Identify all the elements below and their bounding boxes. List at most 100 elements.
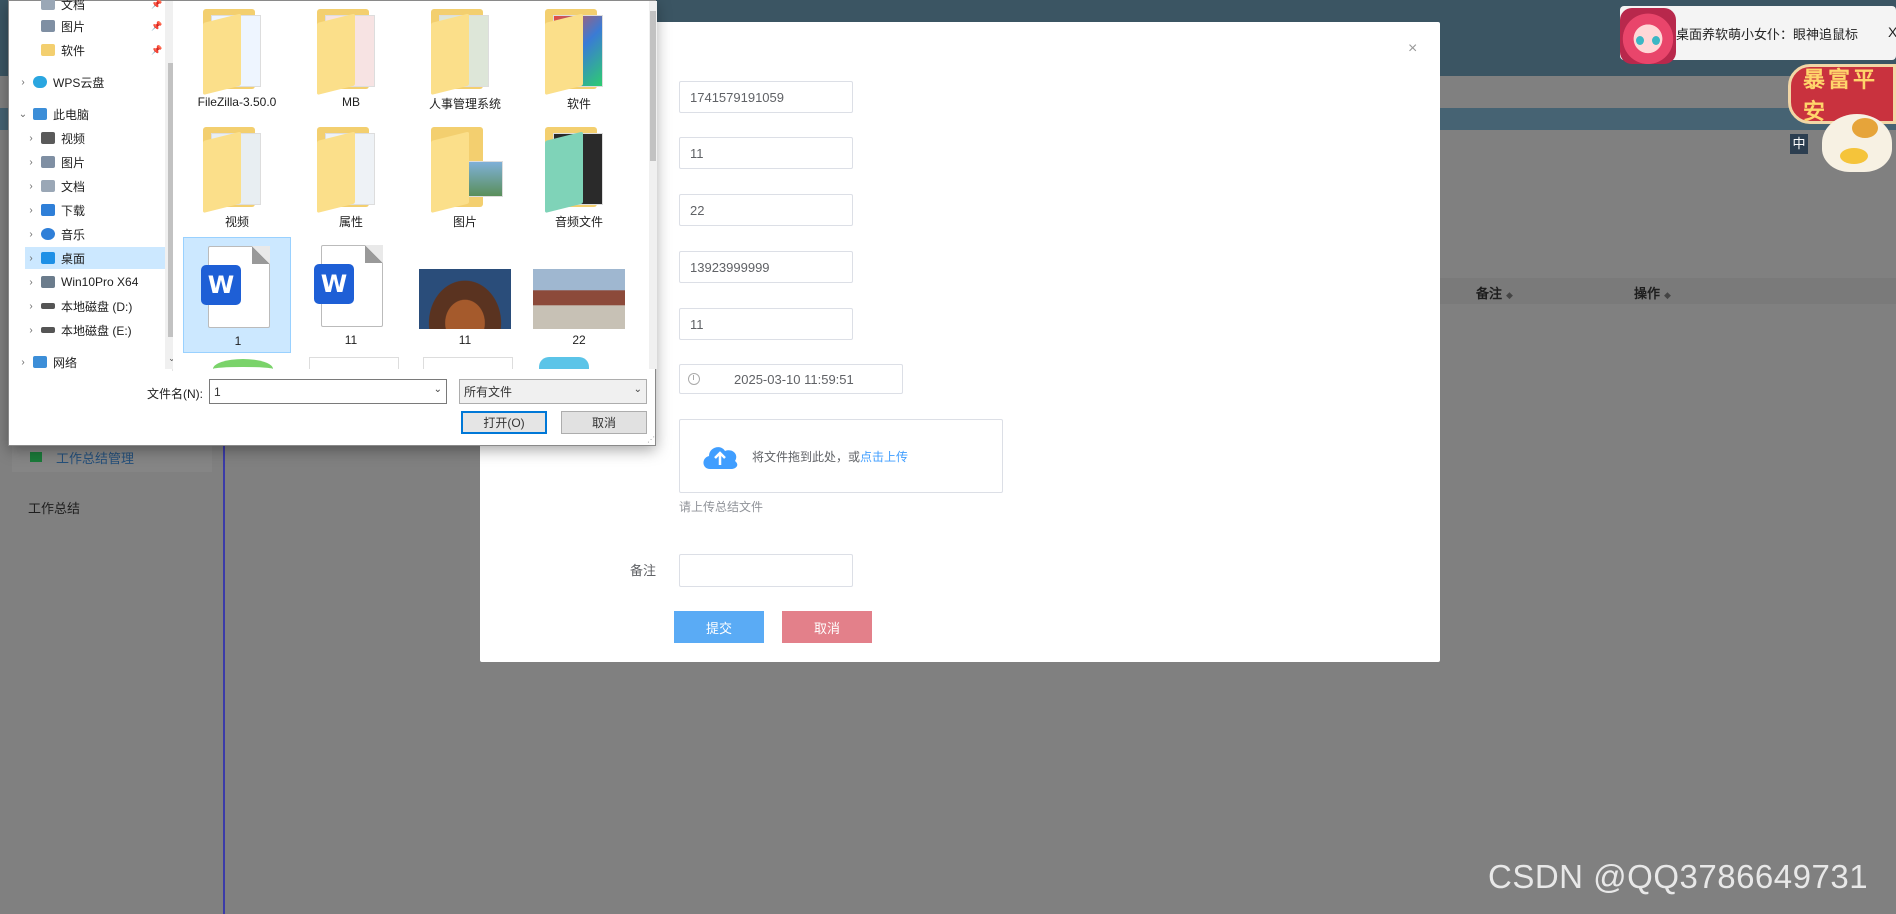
file-item-partial[interactable] — [411, 355, 519, 369]
file-item-folder[interactable]: 图片 — [411, 119, 519, 235]
nav-item-drive-e[interactable]: › 本地磁盘 (E:) — [25, 319, 165, 341]
document-icon — [41, 0, 55, 10]
sidebar-section-title: 工作总结 — [28, 501, 81, 516]
chevron-right-icon[interactable]: › — [25, 277, 37, 288]
nav-item-pictures[interactable]: › 图片 — [25, 151, 165, 173]
chevron-right-icon[interactable]: › — [25, 325, 37, 336]
remark-field[interactable] — [679, 554, 853, 587]
folder-icon — [545, 127, 615, 213]
folder-icon — [317, 9, 387, 95]
file-item-word[interactable]: W 1 — [183, 237, 291, 353]
nav-item-pictures[interactable]: 图片 📌 — [25, 15, 165, 37]
mascot-cat[interactable] — [1822, 114, 1892, 172]
file-item-image[interactable]: 11 — [411, 237, 519, 353]
ime-indicator[interactable]: 中 — [1790, 134, 1808, 154]
navigation-pane[interactable]: 文档 📌 图片 📌 软件 📌 › WPS云盘 ⌄ 此电脑 › 视频 › 图片 › 文档 › 下载 … — [17, 0, 179, 373]
id-field[interactable]: 1741579191059 — [679, 81, 853, 113]
mascot-banner[interactable]: 桌面养软萌小女仆：眼神追鼠标 X — [1620, 6, 1896, 64]
folder-icon — [317, 127, 387, 213]
chevron-right-icon[interactable]: › — [25, 205, 37, 216]
nav-item-videos[interactable]: › 视频 — [25, 127, 165, 149]
sort-icon[interactable]: ◆ — [1664, 290, 1671, 300]
nav-item-desktop[interactable]: › 桌面 — [25, 247, 165, 269]
mascot-avatar[interactable] — [1620, 8, 1676, 64]
file-item-image[interactable]: 22 — [525, 237, 633, 353]
chevron-right-icon[interactable]: › — [25, 133, 37, 144]
chevron-down-icon[interactable]: ⌄ — [634, 384, 642, 395]
chevron-right-icon[interactable]: › — [25, 253, 37, 264]
upload-dropzone[interactable]: 将文件拖到此处，或点击上传 — [679, 419, 1003, 493]
phone-field[interactable]: 13923999999 — [679, 251, 853, 283]
nav-item-win10pro[interactable]: › Win10Pro X64 — [25, 271, 165, 293]
nav-item-this-pc[interactable]: ⌄ 此电脑 — [17, 103, 157, 125]
scrollbar-thumb[interactable] — [650, 11, 656, 161]
mascot-close-icon[interactable]: X — [1888, 24, 1896, 40]
nav-item-downloads[interactable]: › 下载 — [25, 199, 165, 221]
folder-icon — [203, 127, 273, 213]
text-field[interactable]: 11 — [679, 308, 853, 340]
desktop-icon — [41, 252, 55, 264]
eye-icon — [1636, 36, 1644, 45]
eye-icon — [1652, 36, 1660, 45]
filetype-select[interactable]: 所有文件 ⌄ — [459, 379, 647, 404]
chevron-right-icon[interactable]: › — [25, 301, 37, 312]
resize-grip-icon[interactable]: ⋰ — [647, 435, 655, 444]
pin-icon: 📌 — [151, 44, 163, 55]
mascot-banner-text: 桌面养软萌小女仆：眼神追鼠标 — [1676, 27, 1859, 42]
file-item-word[interactable]: W 11 — [297, 237, 405, 353]
picture-icon — [41, 156, 55, 168]
nav-item-wps-cloud[interactable]: › WPS云盘 — [17, 71, 157, 93]
file-item-folder[interactable]: 音频文件 — [525, 119, 633, 235]
folder-icon — [203, 9, 273, 95]
nav-item-documents[interactable]: 文档 📌 — [25, 0, 165, 15]
upload-link[interactable]: 点击上传 — [860, 450, 908, 464]
image-thumbnail — [533, 269, 625, 329]
nav-item-software[interactable]: 软件 📌 — [25, 39, 165, 61]
file-item-folder[interactable]: FileZilla-3.50.0 — [183, 1, 291, 117]
nav-item-documents[interactable]: › 文档 — [25, 175, 165, 197]
file-item-partial[interactable] — [297, 355, 405, 369]
nav-item-network[interactable]: › 网络 — [17, 351, 157, 373]
nav-item-music[interactable]: › 音乐 — [25, 223, 165, 245]
column-header-remark[interactable]: 备注 ◆ — [1476, 283, 1513, 302]
file-item-folder[interactable]: 人事管理系统 — [411, 1, 519, 117]
sidebar-divider — [223, 420, 225, 914]
sidebar-item-work-summary-management[interactable]: 工作总结管理 — [12, 442, 212, 472]
open-button[interactable]: 打开(O) — [461, 411, 547, 434]
music-icon — [41, 228, 55, 240]
sort-icon[interactable]: ◆ — [1506, 290, 1513, 300]
text-field[interactable]: 22 — [679, 194, 853, 226]
document-icon — [41, 180, 55, 192]
file-item-folder[interactable]: MB — [297, 1, 405, 117]
chevron-down-icon[interactable]: ⌄ — [17, 109, 29, 120]
upload-hint: 将文件拖到此处，或 — [752, 449, 861, 464]
file-item-partial[interactable] — [183, 355, 291, 369]
chevron-right-icon[interactable]: › — [25, 157, 37, 168]
chevron-right-icon[interactable]: › — [17, 77, 29, 88]
close-icon[interactable]: × — [1408, 40, 1417, 58]
text-field[interactable]: 11 — [679, 137, 853, 169]
nav-item-drive-d[interactable]: › 本地磁盘 (D:) — [25, 295, 165, 317]
submit-button[interactable]: 提交 — [674, 611, 764, 643]
mascot-sign: 暴富平安 — [1788, 64, 1896, 124]
file-item-folder[interactable]: 视频 — [183, 119, 291, 235]
chevron-right-icon[interactable]: › — [17, 357, 29, 368]
column-header-actions[interactable]: 操作 ◆ — [1634, 283, 1671, 302]
file-list[interactable]: FileZilla-3.50.0 MB 人事管理系统 软件 视频 属性 图片 音… — [173, 1, 649, 369]
cancel-button[interactable]: 取消 — [782, 611, 872, 643]
folder-icon — [431, 9, 501, 95]
file-item-folder[interactable]: 属性 — [297, 119, 405, 235]
chevron-down-icon[interactable]: ⌄ — [434, 384, 442, 395]
menu-icon — [30, 452, 42, 462]
chevron-right-icon[interactable]: › — [25, 229, 37, 240]
file-item-folder[interactable]: 软件 — [525, 1, 633, 117]
file-item-partial[interactable] — [525, 355, 633, 369]
filename-field[interactable]: 1 ⌄ — [209, 379, 447, 404]
file-dialog-cancel-button[interactable]: 取消 — [561, 411, 647, 434]
cat-patch — [1852, 118, 1878, 138]
file-list-scrollbar[interactable] — [649, 1, 657, 369]
folder-icon — [545, 9, 615, 95]
date-picker-input[interactable]: 2025-03-10 11:59:51 — [679, 364, 903, 394]
pin-icon: 📌 — [151, 20, 163, 31]
chevron-right-icon[interactable]: › — [25, 181, 37, 192]
